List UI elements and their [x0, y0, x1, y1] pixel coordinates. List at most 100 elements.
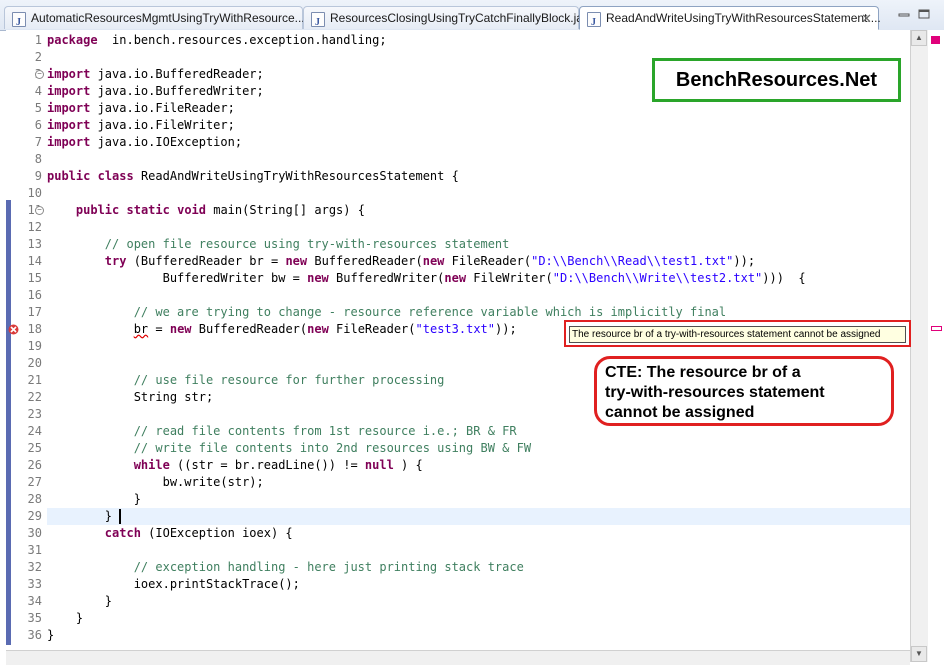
overview-ruler — [928, 30, 944, 662]
code-line[interactable]: // we are trying to change - resource re… — [47, 304, 910, 321]
string-token: "D:\\Bench\\Read\\test1.txt" — [531, 254, 734, 268]
code-line[interactable]: public class ReadAndWriteUsingTryWithRes… — [47, 168, 910, 185]
tab-read-and-write[interactable]: J ReadAndWriteUsingTryWithResourcesState… — [579, 6, 881, 30]
code-token: } — [47, 492, 141, 506]
code-line[interactable] — [47, 185, 910, 202]
code-token: BufferedWriter( — [328, 271, 445, 285]
code-line[interactable] — [47, 151, 910, 168]
code-line[interactable]: } — [47, 491, 910, 508]
code-line[interactable]: catch (IOException ioex) { — [47, 525, 910, 542]
line-number: 16 — [27, 288, 42, 302]
code-token: in.bench.resources.exception.handling; — [97, 33, 387, 47]
line-number: 8 — [34, 152, 42, 166]
code-token: ReadAndWriteUsingTryWithResourcesStateme… — [133, 169, 459, 183]
close-tab-icon[interactable]: ✕ — [861, 7, 872, 30]
code-line[interactable]: } — [47, 610, 910, 627]
line-number: 32 — [27, 560, 42, 574]
tab-label: ReadAndWriteUsingTryWithResourcesStateme… — [606, 11, 881, 25]
code-token: )); — [733, 254, 756, 268]
java-file-icon: J — [587, 12, 601, 28]
tab-automatic-resources[interactable]: J AutomaticResourcesMgmtUsingTryWithReso… — [4, 6, 305, 29]
maximize-icon[interactable] — [918, 9, 930, 19]
vertical-scrollbar[interactable]: ▲ ▼ — [910, 30, 928, 662]
code-line[interactable]: // write file contents into 2nd resource… — [47, 440, 910, 457]
code-line[interactable]: try (BufferedReader br = new BufferedRea… — [47, 253, 910, 270]
code-line[interactable]: bw.write(str); — [47, 474, 910, 491]
horizontal-scrollbar[interactable] — [6, 650, 910, 665]
code-line[interactable] — [47, 219, 910, 236]
line-number: 13 — [27, 237, 42, 251]
keyword-token: import — [47, 135, 91, 149]
line-number: 21 — [27, 373, 42, 387]
comment-token: // use file resource for further process… — [133, 373, 445, 387]
code-token: String str; — [47, 390, 214, 404]
comment-token: // write file contents into 2nd resource… — [133, 441, 532, 455]
callout-line: cannot be assigned — [605, 404, 755, 421]
code-token: FileReader( — [328, 322, 416, 336]
error-marker-icon[interactable] — [8, 324, 19, 335]
code-token: (IOException ioex) { — [140, 526, 293, 540]
java-file-icon: J — [12, 12, 26, 28]
code-line[interactable]: import java.io.FileWriter; — [47, 117, 910, 134]
code-token: java.io.FileReader; — [90, 101, 235, 115]
line-number: 27 — [27, 475, 42, 489]
keyword-token: new — [169, 322, 192, 336]
error-summary-marker[interactable] — [931, 36, 940, 44]
code-line[interactable]: while ((str = br.readLine()) != null ) { — [47, 457, 910, 474]
line-number: 36 — [27, 628, 42, 642]
comment-token: // open file resource using try-with-res… — [104, 237, 510, 251]
text-cursor — [119, 509, 122, 524]
code-token: } — [47, 594, 113, 608]
scroll-up-button[interactable]: ▲ — [911, 30, 927, 46]
code-line[interactable]: } — [47, 593, 910, 610]
tab-resources-closing[interactable]: J ResourcesClosingUsingTryCatchFinallyBl… — [303, 6, 596, 29]
code-token: (BufferedReader br = — [126, 254, 286, 268]
line-number: 25 — [27, 441, 42, 455]
line-number: 29 — [27, 509, 42, 523]
minimize-icon[interactable] — [898, 9, 910, 19]
scroll-down-button[interactable]: ▼ — [911, 646, 927, 662]
error-tooltip-highlight: The resource br of a try-with-resources … — [564, 320, 911, 347]
code-line[interactable]: ioex.printStackTrace(); — [47, 576, 910, 593]
line-number: 5 — [34, 101, 42, 115]
line-number: 10 — [27, 186, 42, 200]
code-line[interactable]: } — [47, 627, 910, 644]
line-number: 1 — [34, 33, 42, 47]
code-line[interactable]: } — [47, 508, 910, 525]
code-line[interactable] — [47, 542, 910, 559]
code-line[interactable]: BufferedWriter bw = new BufferedWriter(n… — [47, 270, 910, 287]
code-line[interactable]: // exception handling - here just printi… — [47, 559, 910, 576]
line-number: 23 — [27, 407, 42, 421]
code-line[interactable]: public static void main(String[] args) { — [47, 202, 910, 219]
code-token: ) { — [393, 458, 423, 472]
code-line[interactable]: import java.io.FileReader; — [47, 100, 910, 117]
fold-toggle-icon[interactable]: − — [35, 206, 44, 215]
line-number: 20 — [27, 356, 42, 370]
code-token: BufferedReader( — [307, 254, 423, 268]
code-token: BufferedWriter bw = — [47, 271, 308, 285]
code-line[interactable] — [47, 287, 910, 304]
code-line[interactable]: // open file resource using try-with-res… — [47, 236, 910, 253]
error-marker[interactable] — [931, 326, 942, 331]
code-token: )); — [495, 322, 517, 336]
string-token: "D:\\Bench\\Write\\test2.txt" — [552, 271, 763, 285]
fold-toggle-icon[interactable]: − — [35, 70, 44, 79]
line-number: 35 — [27, 611, 42, 625]
code-line[interactable]: package in.bench.resources.exception.han… — [47, 32, 910, 49]
keyword-token: try — [104, 254, 127, 268]
line-number: 22 — [27, 390, 42, 404]
code-token: = — [148, 322, 170, 336]
line-number-gutter: 123−4567891011−1213141516171819202122232… — [6, 30, 46, 662]
string-token: "test3.txt" — [415, 322, 495, 336]
code-line[interactable]: import java.io.IOException; — [47, 134, 910, 151]
